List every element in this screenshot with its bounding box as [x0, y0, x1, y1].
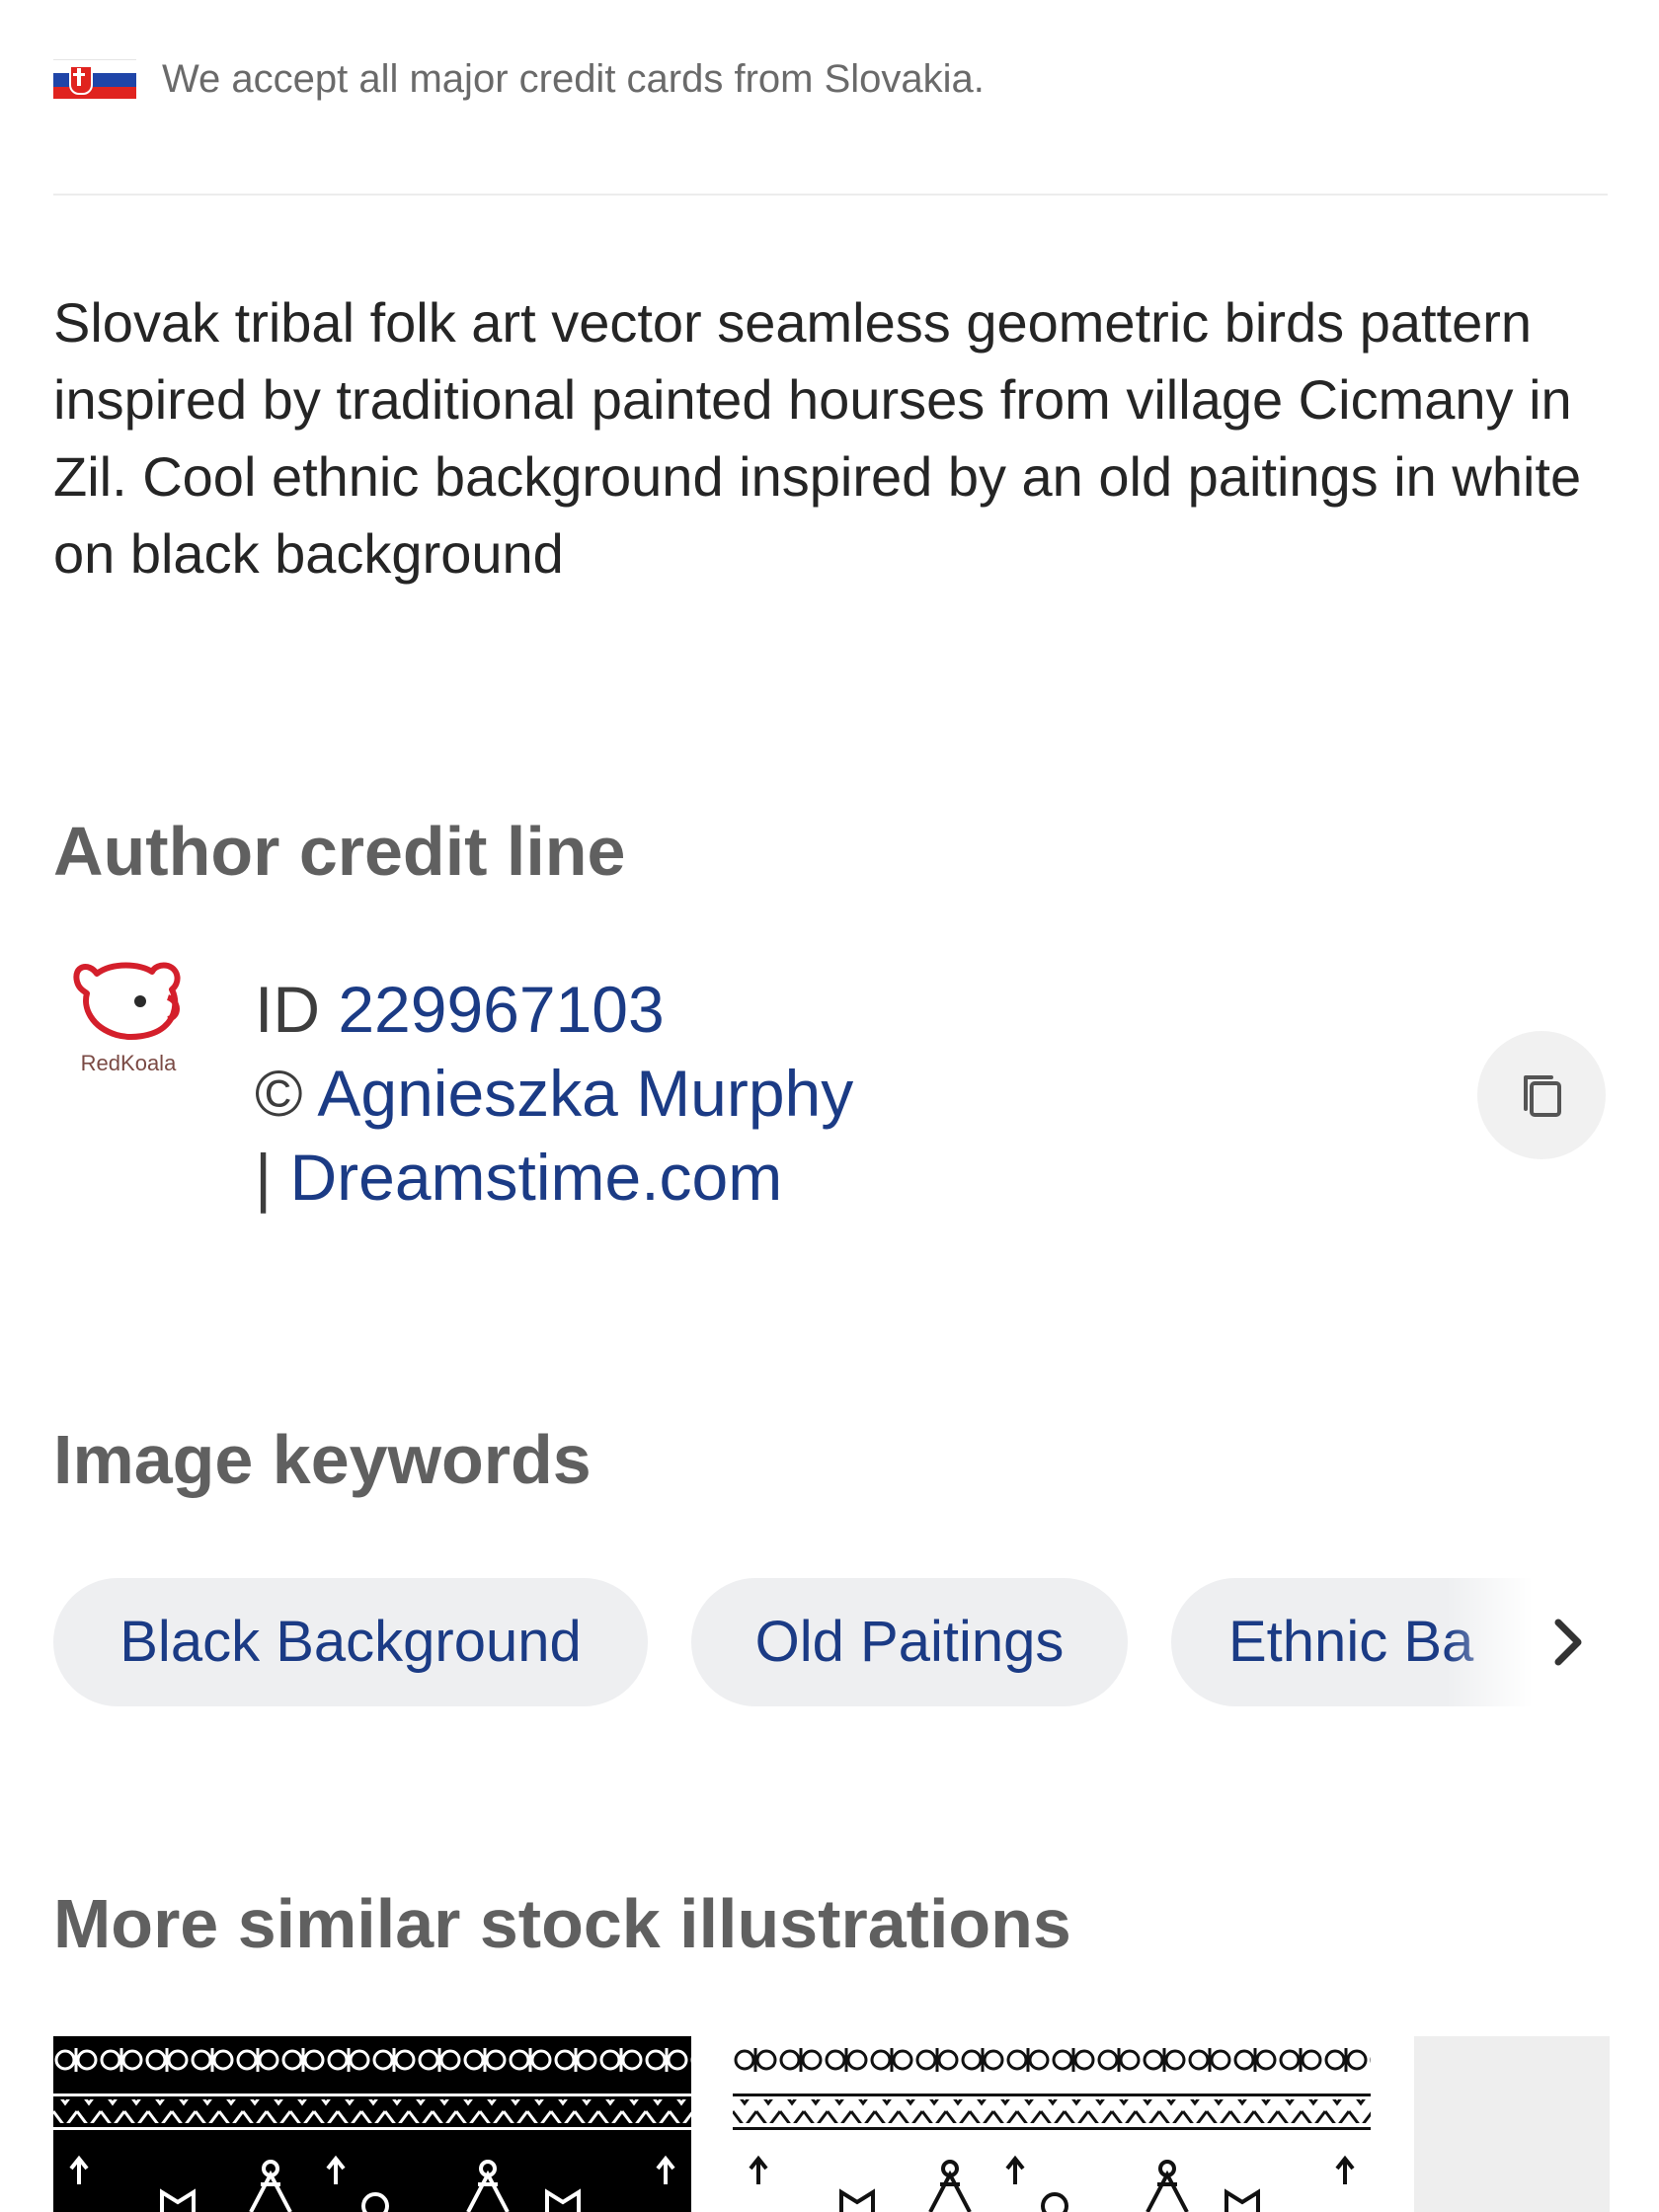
similar-thumbnail[interactable]: [733, 2036, 1371, 2212]
similar-heading: More similar stock illustrations: [53, 1885, 1071, 1962]
similar-thumbnail[interactable]: [1414, 2036, 1610, 2212]
chevron-right-icon[interactable]: [1537, 1611, 1600, 1674]
folk-pattern-image: [733, 2044, 1371, 2212]
folk-pattern-image: [53, 2044, 691, 2212]
credit-id-line: ID 229967103: [255, 968, 853, 1052]
redkoala-logo-icon: [73, 962, 181, 1040]
author-link[interactable]: Agnieszka Murphy: [317, 1057, 853, 1130]
id-prefix: ID: [255, 973, 320, 1046]
copy-credit-button[interactable]: [1477, 1031, 1606, 1159]
credit-text: ID 229967103 © Agnieszka Murphy | Dreams…: [255, 968, 853, 1220]
copyright-symbol: ©: [255, 1057, 303, 1130]
payment-notice-text: We accept all major credit cards from Sl…: [162, 56, 985, 101]
id-link[interactable]: 229967103: [338, 973, 664, 1046]
image-description: Slovak tribal folk art vector seamless g…: [53, 291, 1582, 585]
keywords-heading: Image keywords: [53, 1421, 592, 1498]
credit-author-line: © Agnieszka Murphy: [255, 1052, 853, 1136]
author-credit-heading: Author credit line: [53, 813, 626, 890]
payment-notice: We accept all major credit cards from Sl…: [53, 47, 985, 111]
credit-site-line: | Dreamstime.com: [255, 1136, 853, 1220]
author-logo[interactable]: RedKoala: [69, 956, 188, 1078]
divider: [53, 194, 1608, 196]
separator: |: [255, 1141, 273, 1214]
keywords-carousel: Black Background Old Paitings Ethnic Ba: [53, 1578, 1608, 1706]
page: We accept all major credit cards from Sl…: [0, 0, 1659, 2212]
slovakia-flag-icon: [53, 59, 136, 99]
keyword-chip[interactable]: Black Background: [53, 1578, 648, 1706]
similar-thumbnail[interactable]: [53, 2036, 691, 2212]
copy-icon: [1524, 1075, 1561, 1117]
logo-text: RedKoala: [80, 1051, 177, 1075]
keyword-chip[interactable]: Old Paitings: [691, 1578, 1128, 1706]
site-link[interactable]: Dreamstime.com: [290, 1141, 783, 1214]
